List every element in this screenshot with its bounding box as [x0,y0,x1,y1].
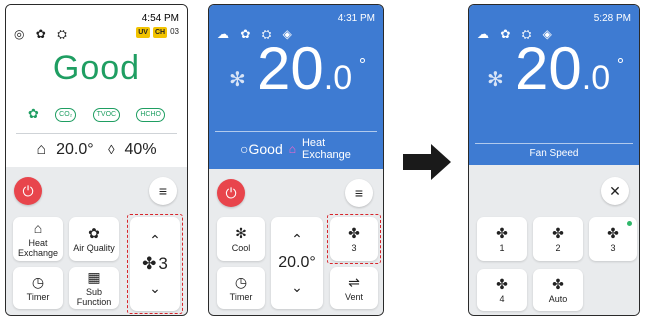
dust-sensor-icon: ✿ [28,106,39,121]
menu-icon: ≡ [354,185,364,201]
sub-function-button[interactable]: ▦ Sub Function [69,267,119,309]
fan-icon: ✤ [496,275,508,292]
humidity-icon: ◊ [108,142,115,157]
heat-exchange-icon: ⌂ [33,219,43,236]
heat-exchange-label: Heat Exchange [17,237,59,258]
menu-icon: ≡ [158,183,168,199]
timer-label: Timer [229,291,253,302]
timer-label: Timer [26,291,50,302]
grid-icon: ▦ [87,268,101,285]
snowflake-icon: ✻ [235,224,247,241]
vent-button[interactable]: ⇌ Vent [330,267,378,309]
header-panel: 4:31 PM ☁ ✿ ⛭ ◈ ✻ 20.0 ° ○Good ⌂ Heat Ex… [209,5,383,169]
heat-exchange-status: Heat Exchange [301,137,351,161]
home-icon: ⌂ [36,141,47,158]
power-icon: ⏻ [22,182,34,199]
room-temperature: 20.0° [56,141,94,158]
humidity-value: 40% [124,141,157,158]
header-panel: 5:28 PM ☁ ✿ ⛭ ◈ ✻ 20.0 ° Fan Speed [469,5,639,165]
screen-fan-speed: 5:28 PM ☁ ✿ ⛭ ◈ ✻ 20.0 ° Fan Speed ✕ ✤ 1… [468,4,640,316]
screen-cool-mode: 4:31 PM ☁ ✿ ⛭ ◈ ✻ 20.0 ° ○Good ⌂ Heat Ex… [208,4,384,316]
set-temperature: 20.0° [278,254,316,271]
snowflake-icon: ✻ [487,69,504,91]
fan-icon: ✤ [607,224,619,241]
air-quality-label: Air Quality [73,242,115,253]
screen-air-quality: 4:54 PM ◎ ✿ ⛭ UV CH 03 Good ✿ CO₂ TVOC H… [5,4,188,316]
temperature-control[interactable]: ⌃ 20.0° ⌄ [271,217,323,309]
divider [16,133,177,134]
highlight-box [127,214,183,314]
sub-function-label: Sub Function [76,286,112,307]
status-bar: ○Good ⌂ Heat Exchange [209,137,383,161]
timer-button[interactable]: ◷ Timer [13,267,63,309]
menu-button[interactable]: ≡ [149,177,177,205]
clock: 5:28 PM [593,13,631,24]
power-button[interactable]: ⏻ [217,179,245,207]
timer-icon: ◷ [234,273,248,290]
chevron-up-icon[interactable]: ⌃ [291,232,303,246]
divider [215,131,377,132]
chevron-down-icon[interactable]: ⌄ [291,280,303,294]
fan-speed-option-4[interactable]: ✤ 4 [477,269,527,311]
air-quality-status: Good [52,49,141,87]
fan-speed-option-auto[interactable]: ✤ Auto [533,269,583,311]
air-quality-icon: ✿ [88,224,100,241]
air-quality-status: ○Good [240,141,283,157]
fan-speed-option-1[interactable]: ✤ 1 [477,217,527,261]
channel-number: 03 [170,27,179,36]
environment-readout: ⌂ 20.0° ◊ 40% [6,141,187,159]
timer-icon: ◷ [31,273,45,290]
fan-icon: ✤ [552,224,564,241]
clock: 4:31 PM [337,13,375,24]
power-button[interactable]: ⏻ [14,177,42,205]
highlight-box [327,214,381,264]
divider [475,143,633,144]
menu-button[interactable]: ≡ [345,179,373,207]
ch-badge: CH [152,27,168,38]
clock: 4:54 PM [141,13,179,24]
power-icon: ⏻ [225,184,237,201]
status-badges: UV CH 03 [136,27,179,38]
fan-speed-panel: ✕ ✤ 1 ✤ 2 ✤ 3 ✤ 4 ✤ Auto [469,165,639,315]
heat-exchange-button[interactable]: ⌂ Heat Exchange [13,217,63,261]
cool-mode-button[interactable]: ✻ Cool [217,217,265,261]
status-icons: ◎ ✿ ⛭ [14,27,71,41]
close-icon: ✕ [609,182,621,199]
uv-badge: UV [136,27,150,38]
arrow-right-icon [403,144,451,180]
timer-button[interactable]: ◷ Timer [217,267,265,309]
header-panel: 4:54 PM ◎ ✿ ⛭ UV CH 03 Good ✿ CO₂ TVOC H… [6,5,187,167]
fan-icon: ✤ [496,224,508,241]
hcho-sensor-icon: HCHO [136,108,165,122]
control-panel: ⏻ ≡ ⌂ Heat Exchange ✿ Air Quality ◷ Time… [6,167,187,315]
selected-indicator [627,221,632,226]
snowflake-icon: ✻ [229,69,246,91]
fan-icon: ✤ [552,275,564,292]
vent-icon: ⇌ [348,273,360,290]
close-button[interactable]: ✕ [601,177,629,205]
cool-label: Cool [231,242,251,253]
air-quality-button[interactable]: ✿ Air Quality [69,217,119,261]
co2-sensor-icon: CO₂ [55,108,77,122]
tvoc-sensor-icon: TVOC [92,108,121,122]
fan-speed-option-2[interactable]: ✤ 2 [533,217,583,261]
current-temperature: 20.0 ° [257,35,367,102]
sensor-row: ✿ CO₂ TVOC HCHO [28,106,165,122]
control-panel: ⏻ ≡ ✻ Cool ◷ Timer ⌃ 20.0° ⌄ ✤ 3 ⇌ Vent [209,169,383,315]
vent-label: Vent [344,291,364,302]
fan-speed-title: Fan Speed [529,148,579,159]
current-temperature: 20.0 ° [515,35,625,102]
heat-exchange-icon: ⌂ [288,142,296,156]
